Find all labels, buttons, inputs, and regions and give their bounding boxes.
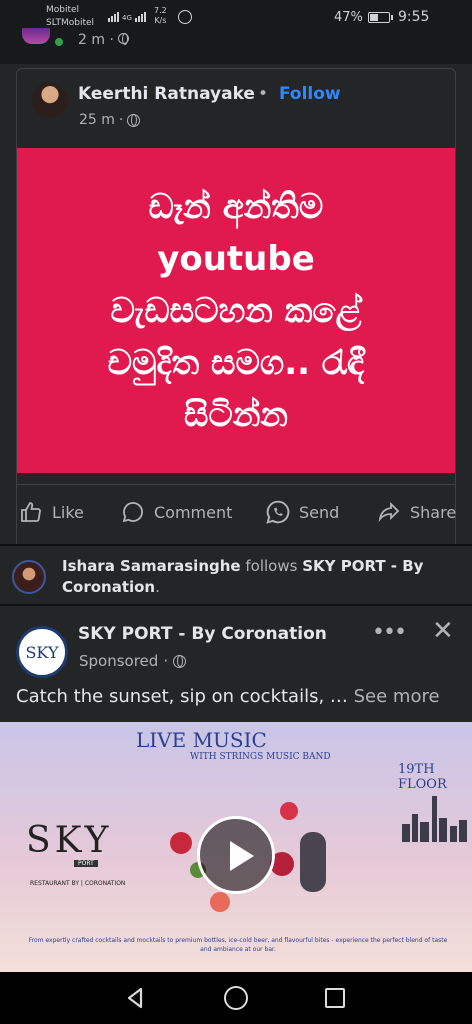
globe-icon [173, 654, 187, 668]
city-skyline-graphic [398, 792, 468, 842]
post-time: 2 m · [78, 32, 130, 48]
post-actions: Like Comment Send Share [0, 494, 472, 530]
post-time: 25 m [79, 112, 115, 128]
follow-button[interactable]: Follow [279, 84, 341, 104]
like-button[interactable]: Like [18, 494, 84, 530]
network-type: 4G [122, 14, 132, 22]
share-arrow-icon [376, 499, 402, 525]
separator-dot: • [258, 84, 269, 104]
sky-port-logo: SKY [26, 820, 113, 861]
carrier-labels: Mobitel SLTMobitel [46, 4, 94, 30]
carrier-1: Mobitel [46, 5, 80, 15]
previous-post-footer: 2 m · [0, 28, 472, 54]
like-label: Like [52, 502, 84, 522]
page-logo-text: SKY [25, 642, 59, 662]
globe-icon [127, 113, 141, 127]
ad-image-footer: From expertly crafted cocktails and mock… [28, 937, 448, 953]
author-name[interactable]: Keerthi Ratnayake [78, 84, 255, 104]
previous-post-time: 2 m [78, 32, 105, 48]
ad-video-thumbnail[interactable]: LIVE MUSIC WITH STRINGS MUSIC BAND 19TH … [0, 722, 472, 972]
share-label: Share [410, 502, 457, 522]
globe-icon [118, 33, 130, 45]
back-icon[interactable] [124, 986, 148, 1010]
image-text-line: youtube [157, 238, 315, 279]
home-icon[interactable] [224, 986, 248, 1010]
signal-icon: 4G [108, 12, 146, 22]
activity-verb: follows [240, 557, 303, 575]
follow-activity[interactable]: Ishara Samarasinghe follows SKY PORT - B… [0, 546, 472, 604]
sponsored-meta: Sponsored · [79, 652, 187, 670]
ad-caption-text: Catch the sunset, sip on cocktails, … [16, 686, 354, 707]
page-name[interactable]: SKY PORT - By Coronation [78, 624, 327, 644]
carrier-2: SLTMobitel [46, 18, 95, 28]
ad-band: WITH STRINGS MUSIC BAND [190, 752, 331, 762]
ad-headline: LIVE MUSIC [136, 728, 267, 752]
activity-user[interactable]: Ishara Samarasinghe [62, 557, 241, 575]
divider [16, 484, 456, 485]
user-avatar[interactable] [12, 560, 46, 594]
page-logo[interactable]: SKY [16, 626, 68, 678]
restaurant-by: RESTAURANT BY | CORONATION [30, 880, 126, 887]
speed-value: 7.2 [154, 6, 167, 15]
play-button-icon[interactable] [197, 816, 275, 894]
post-meta: 25 m · [79, 112, 141, 128]
send-button[interactable]: Send [265, 494, 339, 530]
battery-icon [368, 12, 393, 23]
whatsapp-icon [265, 499, 291, 525]
send-label: Send [299, 502, 340, 522]
clock: 9:55 [398, 9, 430, 25]
post-image-text: ඩෑන් අන්තිම youtube වැඩසටහන කළේ චමුදිත ස… [108, 181, 365, 441]
comment-button[interactable]: Comment [120, 494, 232, 530]
sky-port-logo-port: PORT [74, 860, 98, 867]
ad-floor: 19TH FLOOR [398, 762, 447, 792]
battery-percent: 47% [334, 10, 363, 25]
sponsored-post-card: SKY SKY PORT - By Coronation Sponsored ·… [0, 606, 472, 972]
more-options-icon[interactable]: ••• [372, 620, 407, 645]
image-text-line: ඩෑන් අන්තිම [148, 186, 324, 227]
status-bar: Mobitel SLTMobitel 4G 7.2 K/s 47% 9:55 [0, 0, 472, 34]
close-icon[interactable]: ✕ [432, 618, 454, 644]
system-nav-bar [0, 972, 472, 1024]
activity-end: . [155, 578, 160, 596]
image-text-line: චමුදිත සමග.. රැඳී [107, 342, 365, 383]
network-speed: 7.2 K/s [154, 6, 167, 26]
ad-caption: Catch the sunset, sip on cocktails, … Se… [16, 686, 440, 707]
post-image[interactable]: ඩෑන් අන්තිම youtube වැඩසටහන කළේ චමුදිත ස… [17, 148, 455, 473]
ad-floor-line: 19TH [398, 762, 435, 777]
share-button[interactable]: Share [376, 494, 456, 530]
recent-apps-icon[interactable] [325, 988, 345, 1008]
whatsapp-notification-icon [178, 10, 192, 24]
author-avatar[interactable] [32, 82, 68, 118]
image-text-line: වැඩසටහන කළේ [110, 290, 362, 331]
thumbs-up-icon [18, 499, 44, 525]
see-more-link[interactable]: See more [354, 686, 440, 707]
image-text-line: සිටින්න [183, 394, 289, 435]
ad-floor-line: FLOOR [398, 777, 447, 792]
speed-unit: K/s [154, 16, 167, 25]
sponsored-label: Sponsored [79, 652, 159, 670]
avatar [22, 28, 50, 44]
comment-icon [120, 499, 146, 525]
activity-text: Ishara Samarasinghe follows SKY PORT - B… [62, 556, 462, 598]
online-status-icon [53, 36, 65, 48]
comment-label: Comment [154, 502, 233, 522]
